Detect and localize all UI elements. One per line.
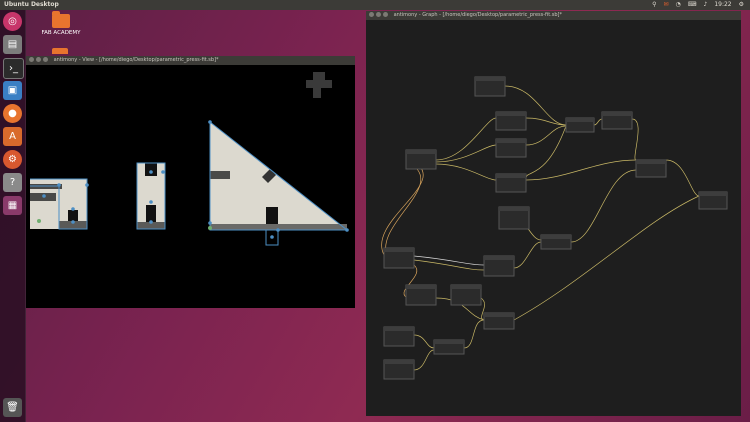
graph-window[interactable]: antimony - Graph - [/home/diego/Desktop/… <box>366 11 741 416</box>
mail-icon[interactable]: ✉ <box>664 0 669 10</box>
graph-node[interactable] <box>495 111 527 131</box>
wifi-icon[interactable]: ◔ <box>676 0 681 10</box>
desktop-folder[interactable]: FAB ACADEMY <box>36 11 86 36</box>
view-window-title: antimony - View - [/home/diego/Desktop/p… <box>53 57 219 63</box>
view-window[interactable]: antimony - View - [/home/diego/Desktop/p… <box>26 56 355 308</box>
notification-icon[interactable]: ⚲ <box>652 0 656 10</box>
close-icon[interactable] <box>29 57 34 62</box>
folder-icon[interactable] <box>52 48 68 54</box>
firefox-icon[interactable]: ● <box>3 104 22 123</box>
desktop-folder-label: FAB ACADEMY <box>41 30 81 36</box>
workspace-icon[interactable]: ▦ <box>3 196 22 215</box>
graph-node[interactable] <box>433 339 465 355</box>
axis-widget[interactable] <box>306 72 332 98</box>
volume-icon[interactable]: ♪ <box>703 0 707 10</box>
keyboard-icon[interactable]: ⌨ <box>688 0 697 10</box>
maximize-icon[interactable] <box>43 57 48 62</box>
graph-node[interactable] <box>405 149 437 170</box>
graph-node[interactable] <box>383 247 415 269</box>
graph-window-titlebar[interactable]: antimony - Graph - [/home/diego/Desktop/… <box>366 11 741 20</box>
graph-node[interactable] <box>565 117 595 133</box>
terminal-icon[interactable]: ›_ <box>3 58 24 79</box>
system-tray: ⚲ ✉ ◔ ⌨ ♪ 19:22 ⚙ <box>652 0 744 10</box>
minimize-icon[interactable] <box>36 57 41 62</box>
graph-node[interactable] <box>405 284 437 306</box>
settings-icon[interactable]: ⚙ <box>3 150 22 169</box>
graph-node[interactable] <box>540 234 572 250</box>
software-center-icon[interactable]: A <box>3 127 22 146</box>
network-icon[interactable]: ▣ <box>3 81 22 100</box>
node-graph-canvas[interactable] <box>366 20 741 416</box>
press-fit-part-middle <box>136 162 166 230</box>
desktop-title: Ubuntu Desktop <box>4 1 59 8</box>
graph-node[interactable] <box>450 284 482 306</box>
graph-node[interactable] <box>498 206 530 230</box>
trash-icon[interactable]: 🗑 <box>3 398 22 417</box>
launcher: ◎ ▤ ›_ ▣ ● A ⚙ ? ▦ 🗑 <box>0 10 26 422</box>
dash-icon[interactable]: ◎ <box>3 12 22 31</box>
press-fit-part-triangle <box>208 120 349 246</box>
graph-window-title: antimony - Graph - [/home/diego/Desktop/… <box>393 12 562 18</box>
graph-nodes[interactable] <box>383 76 728 380</box>
graph-node[interactable] <box>474 76 506 97</box>
help-icon[interactable]: ? <box>3 173 22 192</box>
press-fit-part-left <box>30 178 89 230</box>
graph-node[interactable] <box>601 111 633 130</box>
view-window-titlebar[interactable]: antimony - View - [/home/diego/Desktop/p… <box>26 56 355 65</box>
minimize-icon[interactable] <box>376 12 381 17</box>
top-panel: Ubuntu Desktop ⚲ ✉ ◔ ⌨ ♪ 19:22 ⚙ <box>0 0 750 10</box>
clock[interactable]: 19:22 <box>714 0 731 10</box>
graph-node[interactable] <box>698 191 728 210</box>
graph-node[interactable] <box>483 255 515 277</box>
power-icon[interactable]: ⚙ <box>739 0 744 10</box>
graph-node[interactable] <box>483 312 515 330</box>
maximize-icon[interactable] <box>383 12 388 17</box>
graph-node[interactable] <box>383 326 415 347</box>
folder-icon <box>52 11 70 28</box>
graph-node[interactable] <box>383 359 415 380</box>
graph-node[interactable] <box>635 159 667 178</box>
files-icon[interactable]: ▤ <box>3 35 22 54</box>
graph-node[interactable] <box>495 173 527 193</box>
close-icon[interactable] <box>369 12 374 17</box>
render-viewport[interactable] <box>26 65 355 308</box>
graph-node[interactable] <box>495 138 527 158</box>
